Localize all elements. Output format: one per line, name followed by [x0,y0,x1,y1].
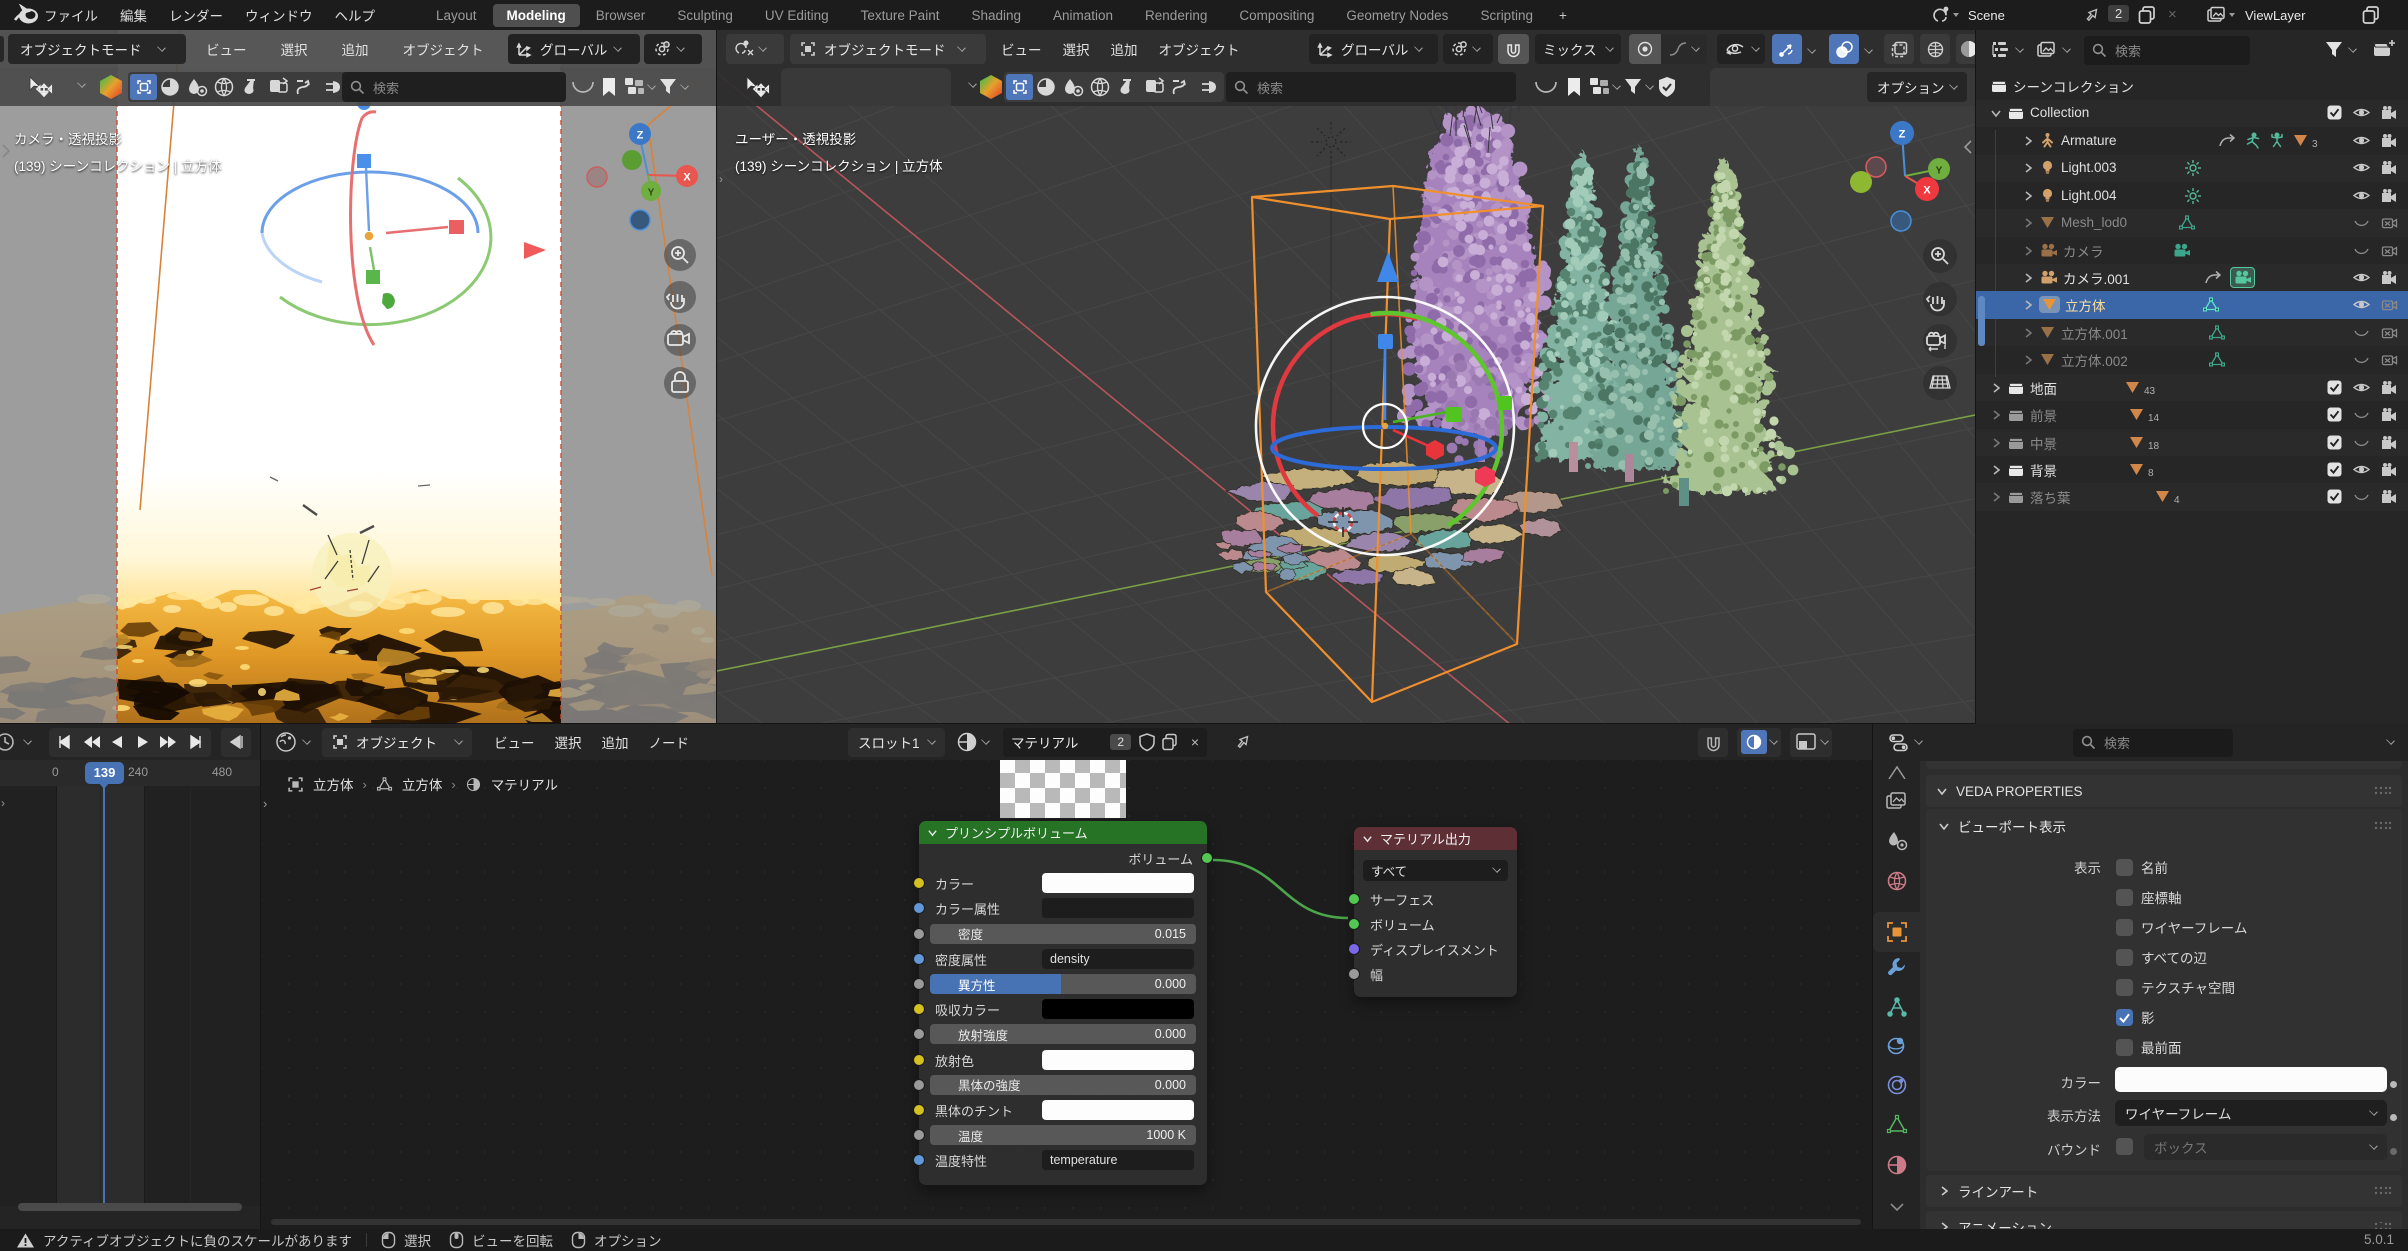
svg-text:Z: Z [1899,129,1906,141]
svg-text:X: X [1923,185,1931,197]
svg-text:X: X [683,172,691,184]
svg-text:Z: Z [637,130,644,142]
svg-text:Y: Y [1936,166,1943,177]
svg-text:Y: Y [648,188,655,199]
